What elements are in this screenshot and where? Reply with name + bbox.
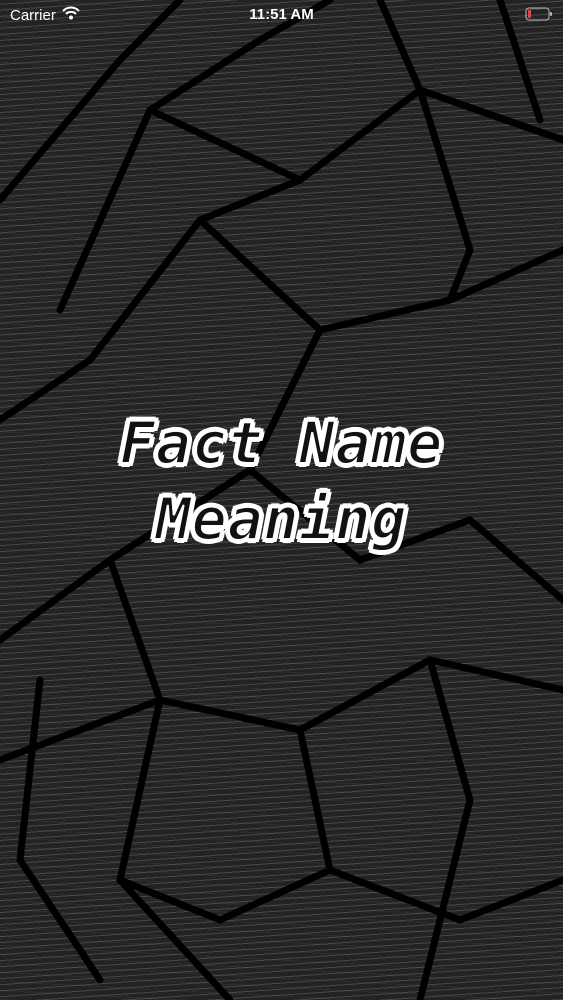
app-title-line-1: Fact Name [119, 408, 444, 478]
status-time: 11:51 AM [249, 6, 314, 23]
battery-icon [525, 7, 553, 21]
app-title: Fact Name Meaning [0, 405, 563, 557]
status-bar: Carrier 11:51 AM [0, 0, 563, 30]
app-title-line-2: Meaning [155, 484, 408, 554]
splash-screen: Carrier 11:51 AM Fact Name Meaning [0, 0, 563, 1000]
